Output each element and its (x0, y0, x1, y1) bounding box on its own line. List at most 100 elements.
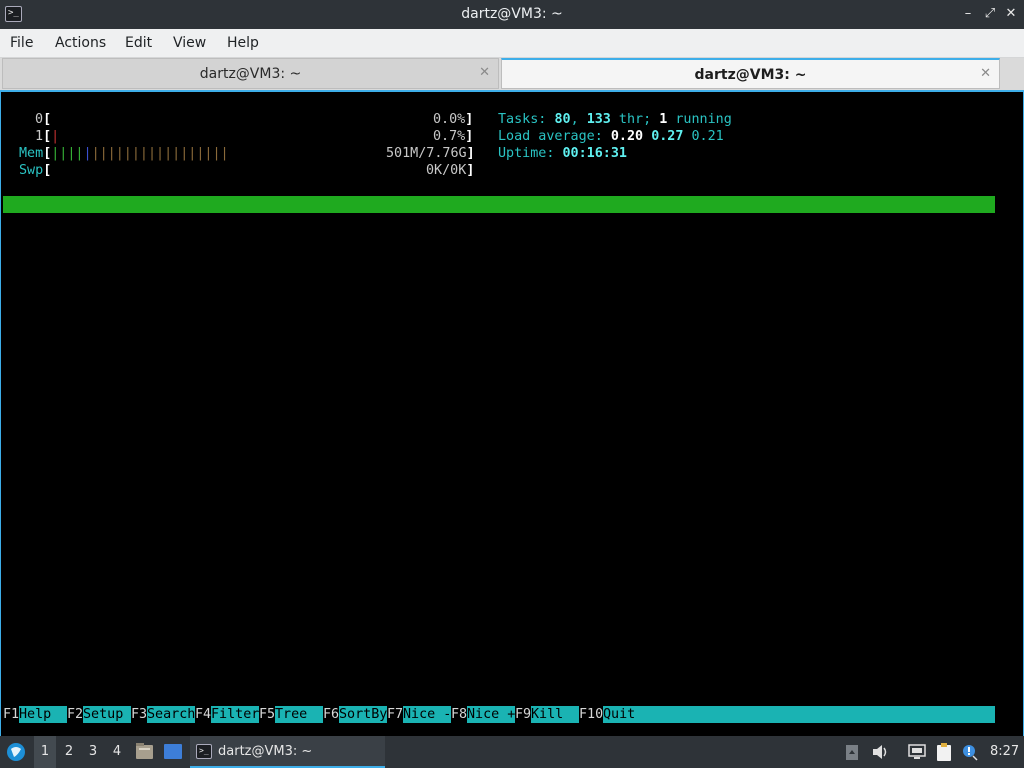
fkey-f4[interactable]: F4 (195, 706, 212, 723)
fkey-help[interactable]: Help (19, 706, 67, 723)
cpu1-meter: 1[| (35, 128, 59, 145)
tasks-count: 80 (554, 112, 571, 127)
swp-meter: Swp[ (19, 162, 51, 179)
menu-bar: File Actions Edit View Help (0, 29, 1024, 58)
fkey-f9[interactable]: F9 (515, 706, 532, 723)
threads-count: 133 (586, 112, 611, 127)
show-desktop-icon[interactable] (162, 736, 184, 768)
fkey-filter[interactable]: Filter (211, 706, 259, 723)
cpu1-value-group: 0.7%] (433, 128, 473, 145)
fkey-tree[interactable]: Tree (275, 706, 323, 723)
menu-help[interactable]: Help (227, 35, 259, 51)
cpu0-value: 0.0% (433, 112, 466, 127)
window-title: dartz@VM3: ~ (461, 6, 563, 22)
cpu1-bars: | (51, 129, 60, 144)
tasks-sep: , (570, 112, 587, 127)
fkey-f7[interactable]: F7 (387, 706, 404, 723)
fkey-f10[interactable]: F10 (579, 706, 604, 723)
tab-label: dartz@VM3: ~ (199, 66, 302, 82)
fkey-f1[interactable]: F1 (3, 706, 20, 723)
minimize-button[interactable]: – (960, 5, 976, 23)
terminal-area[interactable]: 0[ 0.0%] 1[| 0.7%] Mem[|||||||||||||||||… (0, 90, 1024, 736)
file-manager-icon[interactable] (134, 736, 154, 768)
uptime-line: Uptime: 00:16:31 (498, 145, 627, 162)
tray-expand-icon[interactable] (845, 736, 859, 768)
desktop-4[interactable]: 4 (106, 736, 128, 768)
load-1min: 0.20 (610, 129, 644, 144)
maximize-button[interactable]: ⤢ (982, 5, 998, 23)
fkey-setup[interactable]: Setup (83, 706, 131, 723)
tab-terminal-2[interactable]: dartz@VM3: ~ ✕ (501, 58, 1000, 89)
cpu0-value-group: 0.0%] (433, 111, 473, 128)
fkey-sortby[interactable]: SortBy (339, 706, 387, 723)
start-menu-icon[interactable] (4, 736, 28, 768)
cpu1-close: ] (465, 129, 474, 144)
fkey-f8[interactable]: F8 (451, 706, 468, 723)
fkey-f2[interactable]: F2 (67, 706, 84, 723)
network-icon[interactable] (907, 736, 927, 768)
taskbar-task-label: dartz@VM3: ~ (218, 744, 313, 759)
menu-edit[interactable]: Edit (125, 35, 152, 51)
fkey-f5[interactable]: F5 (259, 706, 276, 723)
fkey-nice-minus[interactable]: Nice - (403, 706, 451, 723)
cpu1-value: 0.7% (433, 129, 466, 144)
swp-open: [ (43, 163, 52, 178)
tasks-label: Tasks: (498, 112, 555, 127)
process-header-bar (3, 196, 995, 213)
uptime-value: 00:16:31 (562, 146, 628, 161)
running-label: running (667, 112, 732, 127)
swp-label: Swp (19, 163, 44, 178)
cpu0-label: 0 (35, 112, 44, 127)
mem-value: 501M/7.76G (386, 146, 467, 161)
menu-file[interactable]: File (10, 35, 33, 51)
desktop-3[interactable]: 3 (82, 736, 104, 768)
tab-label: dartz@VM3: ~ (694, 67, 807, 83)
cpu0-meter: 0[ (35, 111, 51, 128)
mem-label: Mem (19, 146, 44, 161)
swp-value-group: 0K/0K] (426, 162, 474, 179)
mem-close: ] (466, 146, 475, 161)
load-label: Load average: (498, 129, 611, 144)
tasks-line: Tasks: 80, 133 thr; 1 running (498, 111, 732, 128)
taskbar: 1 2 3 4 >_ dartz@VM3: ~ 8:27 (0, 736, 1024, 768)
cpu1-open: [ (43, 129, 52, 144)
load-5min: 0.27 (651, 129, 684, 144)
fkey-f3[interactable]: F3 (131, 706, 148, 723)
clock[interactable]: 8:27 (990, 736, 1019, 768)
fkey-kill[interactable]: Kill (531, 706, 579, 723)
load-15min: 0.21 (691, 129, 724, 144)
swp-value: 0K/0K (426, 163, 467, 178)
tab-close-icon[interactable]: ✕ (479, 65, 490, 80)
tab-bar: dartz@VM3: ~ ✕ dartz@VM3: ~ ✕ (0, 58, 1024, 90)
cpu0-open: [ (43, 112, 52, 127)
mem-value-group: 501M/7.76G] (386, 145, 475, 162)
uptime-label: Uptime: (498, 146, 563, 161)
menu-view[interactable]: View (173, 35, 206, 51)
load-line: Load average: 0.20 0.27 0.21 (498, 128, 724, 145)
desktop-1[interactable]: 1 (34, 736, 56, 768)
desktop-2[interactable]: 2 (58, 736, 80, 768)
threads-label: thr; (610, 112, 660, 127)
mem-bars-cache: ||||||||||||||||| (91, 146, 229, 161)
fkey-nice-plus[interactable]: Nice + (467, 706, 515, 723)
fkey-search[interactable]: Search (147, 706, 195, 723)
menu-actions[interactable]: Actions (55, 35, 106, 51)
window-titlebar: >_ dartz@VM3: ~ – ⤢ ✕ (0, 0, 1024, 29)
mem-bars-used: |||| (51, 146, 84, 161)
cpu1-label: 1 (35, 129, 44, 144)
tab-close-icon[interactable]: ✕ (980, 66, 991, 81)
fkey-f6[interactable]: F6 (323, 706, 340, 723)
function-key-bar: F1 Help F2 Setup F3 Search F4 Filter F5 … (3, 706, 995, 723)
cpu0-close: ] (465, 112, 474, 127)
swp-close: ] (466, 163, 475, 178)
close-window-button[interactable]: ✕ (1003, 5, 1019, 23)
tab-terminal-1[interactable]: dartz@VM3: ~ ✕ (2, 58, 499, 89)
mem-meter: Mem[|||||||||||||||||||||| (19, 145, 229, 162)
clipboard-icon[interactable] (934, 736, 954, 768)
fkey-quit[interactable]: Quit (603, 706, 635, 723)
mem-bars-buffers: | (83, 146, 92, 161)
terminal-icon: >_ (196, 744, 212, 759)
taskbar-terminal-window[interactable]: >_ dartz@VM3: ~ (190, 736, 385, 768)
notification-icon[interactable] (960, 736, 980, 768)
volume-icon[interactable] (871, 736, 889, 768)
